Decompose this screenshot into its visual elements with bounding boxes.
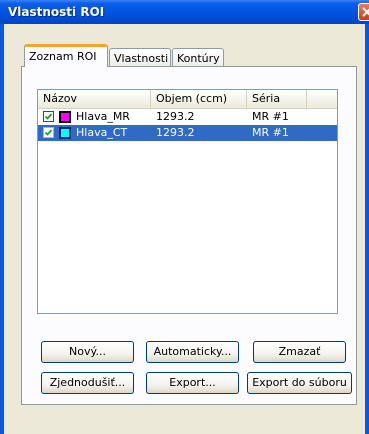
- close-icon: [362, 7, 369, 17]
- roi-properties-window: Vlastnosti ROI Zoznam ROI Vlastnosti Kon…: [0, 0, 369, 434]
- export-button[interactable]: Export...: [146, 372, 239, 394]
- new-roi-button[interactable]: Nový...: [41, 341, 134, 363]
- export-to-file-button[interactable]: Export do súboru: [247, 372, 352, 394]
- window-border-right: [365, 24, 369, 434]
- close-button[interactable]: [358, 3, 369, 21]
- roi-series: MR #1: [252, 126, 289, 139]
- roi-series: MR #1: [252, 110, 289, 123]
- roi-list[interactable]: Názov Objem (ccm) Séria Hlava_MR 1293.2 …: [37, 89, 338, 314]
- simplify-button[interactable]: Zjednodušiť...: [41, 372, 134, 394]
- column-header-series[interactable]: Séria: [247, 90, 307, 108]
- tab-label: Zoznam ROI: [29, 50, 97, 63]
- list-header: Názov Objem (ccm) Séria: [38, 90, 337, 109]
- title-bar[interactable]: Vlastnosti ROI: [0, 0, 369, 24]
- roi-volume: 1293.2: [156, 110, 195, 123]
- tab-label: Kontúry: [177, 52, 220, 65]
- roi-name: Hlava_CT: [76, 126, 128, 139]
- column-header-name[interactable]: Názov: [38, 90, 151, 108]
- tab-vlastnosti[interactable]: Vlastnosti: [109, 48, 171, 68]
- roi-color-swatch: [59, 127, 71, 139]
- column-header-volume[interactable]: Objem (ccm): [151, 90, 247, 108]
- tab-kontury[interactable]: Kontúry: [172, 48, 224, 68]
- roi-volume: 1293.2: [156, 126, 195, 139]
- window-title: Vlastnosti ROI: [8, 5, 105, 19]
- tab-label: Vlastnosti: [114, 52, 169, 65]
- visibility-checkbox[interactable]: [43, 111, 54, 122]
- delete-roi-button[interactable]: Zmazať: [253, 341, 346, 363]
- window-border-left: [0, 24, 4, 434]
- list-row-hlava-mr[interactable]: Hlava_MR 1293.2 MR #1: [38, 109, 337, 125]
- tab-panel-zoznam-roi: Názov Objem (ccm) Séria Hlava_MR 1293.2 …: [21, 66, 357, 405]
- list-row-hlava-ct[interactable]: Hlava_CT 1293.2 MR #1: [38, 125, 337, 141]
- checkmark-icon: [44, 129, 53, 136]
- roi-color-swatch: [59, 111, 71, 123]
- checkmark-icon: [44, 113, 53, 120]
- roi-name: Hlava_MR: [76, 110, 130, 123]
- tab-zoznam-roi[interactable]: Zoznam ROI: [24, 44, 108, 67]
- visibility-checkbox[interactable]: [43, 127, 54, 138]
- auto-roi-button[interactable]: Automaticky...: [146, 341, 239, 363]
